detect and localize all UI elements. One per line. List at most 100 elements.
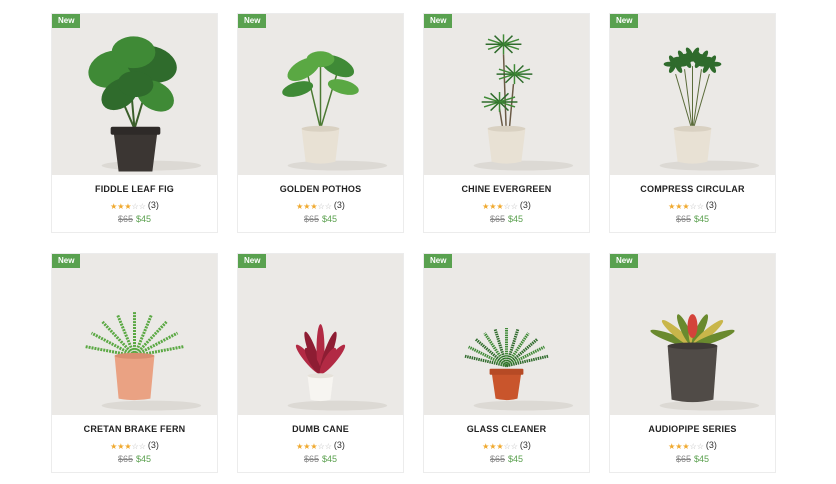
star-filled-icon: ★ [110,202,118,212]
star-empty-icon: ☆ [317,442,325,452]
rating-stars: ★★★☆☆ [110,441,146,452]
star-filled-icon: ★ [496,202,504,212]
rating-stars: ★★★☆☆ [482,201,518,212]
old-price: $65 [675,454,691,464]
sale-price: $45 [136,454,152,464]
old-price: $65 [489,454,505,464]
star-filled-icon: ★ [117,442,125,452]
product-card[interactable]: New GOLDEN POTHOS ★★★☆☆ (3) $65 $45 [237,13,404,233]
product-price: $65 $45 [610,454,775,465]
product-price: $65 $45 [424,214,589,225]
product-name[interactable]: DUMB CANE [238,424,403,435]
new-badge: New [238,14,267,28]
star-filled-icon: ★ [303,202,311,212]
product-image[interactable]: New [610,14,775,175]
product-rating: ★★★☆☆ (3) [610,440,775,451]
product-image[interactable]: New [238,14,403,175]
product-price: $65 $45 [424,454,589,465]
sale-price: $45 [508,454,524,464]
product-name[interactable]: FIDDLE LEAF FIG [52,184,217,195]
star-empty-icon: ☆ [138,202,146,212]
sale-price: $45 [136,214,152,224]
product-card[interactable]: New GLASS CLEANER ★★★☆☆ (3) $65 $45 [423,253,590,473]
product-rating: ★★★☆☆ (3) [238,440,403,451]
new-badge: New [238,254,267,268]
rating-count: (3) [333,440,345,451]
product-card[interactable]: New CHINE EVERGREEN ★★★☆☆ (3) $65 $45 [423,13,590,233]
product-image[interactable]: New [610,254,775,415]
new-badge: New [52,14,81,28]
product-price: $65 $45 [238,454,403,465]
star-empty-icon: ☆ [324,202,332,212]
product-image[interactable]: New [238,254,403,415]
star-empty-icon: ☆ [503,442,511,452]
product-image[interactable]: New [424,14,589,175]
product-card[interactable]: New FIDDLE LEAF FIG ★★★☆☆ (3) $65 $45 [51,13,218,233]
rating-count: (3) [705,200,717,211]
star-filled-icon: ★ [310,442,318,452]
rating-count: (3) [519,440,531,451]
new-badge: New [424,254,453,268]
old-price: $65 [675,214,691,224]
product-name[interactable]: GLASS CLEANER [424,424,589,435]
star-filled-icon: ★ [124,442,132,452]
product-name[interactable]: AUDIOPIPE SERIES [610,424,775,435]
old-price: $65 [117,214,133,224]
product-info: CHINE EVERGREEN ★★★☆☆ (3) $65 $45 [424,175,589,225]
product-rating: ★★★☆☆ (3) [610,200,775,211]
star-filled-icon: ★ [675,202,683,212]
star-filled-icon: ★ [296,202,304,212]
star-empty-icon: ☆ [510,202,518,212]
product-price: $65 $45 [610,214,775,225]
rating-stars: ★★★☆☆ [296,441,332,452]
product-info: FIDDLE LEAF FIG ★★★☆☆ (3) $65 $45 [52,175,217,225]
product-card[interactable]: New AUDIOPIPE SERIES ★★★☆☆ (3) $65 $45 [609,253,776,473]
old-price: $65 [117,454,133,464]
product-name[interactable]: COMPRESS CIRCULAR [610,184,775,195]
rating-count: (3) [147,200,159,211]
rating-count: (3) [519,200,531,211]
product-image[interactable]: New [52,14,217,175]
star-filled-icon: ★ [496,442,504,452]
product-rating: ★★★☆☆ (3) [52,200,217,211]
new-badge: New [424,14,453,28]
product-card[interactable]: New COMPRESS CIRCULAR ★★★☆☆ (3) $65 $45 [609,13,776,233]
product-card[interactable]: New CRETAN BRAKE FERN ★★★☆☆ (3) $65 $45 [51,253,218,473]
star-empty-icon: ☆ [689,442,697,452]
product-info: AUDIOPIPE SERIES ★★★☆☆ (3) $65 $45 [610,415,775,465]
star-empty-icon: ☆ [510,442,518,452]
star-filled-icon: ★ [668,202,676,212]
star-empty-icon: ☆ [317,202,325,212]
star-filled-icon: ★ [682,202,690,212]
rating-stars: ★★★☆☆ [668,201,704,212]
product-info: CRETAN BRAKE FERN ★★★☆☆ (3) $65 $45 [52,415,217,465]
product-price: $65 $45 [52,454,217,465]
rating-count: (3) [705,440,717,451]
rating-stars: ★★★☆☆ [668,441,704,452]
star-filled-icon: ★ [668,442,676,452]
product-image[interactable]: New [52,254,217,415]
star-filled-icon: ★ [489,442,497,452]
star-filled-icon: ★ [682,442,690,452]
product-rating: ★★★☆☆ (3) [52,440,217,451]
star-empty-icon: ☆ [138,442,146,452]
product-name[interactable]: GOLDEN POTHOS [238,184,403,195]
star-filled-icon: ★ [124,202,132,212]
star-empty-icon: ☆ [696,442,704,452]
product-card[interactable]: New DUMB CANE ★★★☆☆ (3) $65 $45 [237,253,404,473]
sale-price: $45 [694,454,710,464]
old-price: $65 [303,454,319,464]
product-rating: ★★★☆☆ (3) [238,200,403,211]
star-filled-icon: ★ [303,442,311,452]
new-badge: New [610,14,639,28]
star-filled-icon: ★ [110,442,118,452]
new-badge: New [610,254,639,268]
product-price: $65 $45 [52,214,217,225]
product-name[interactable]: CRETAN BRAKE FERN [52,424,217,435]
product-info: GOLDEN POTHOS ★★★☆☆ (3) $65 $45 [238,175,403,225]
old-price: $65 [489,214,505,224]
star-empty-icon: ☆ [131,442,139,452]
product-image[interactable]: New [424,254,589,415]
product-name[interactable]: CHINE EVERGREEN [424,184,589,195]
new-badge: New [52,254,81,268]
